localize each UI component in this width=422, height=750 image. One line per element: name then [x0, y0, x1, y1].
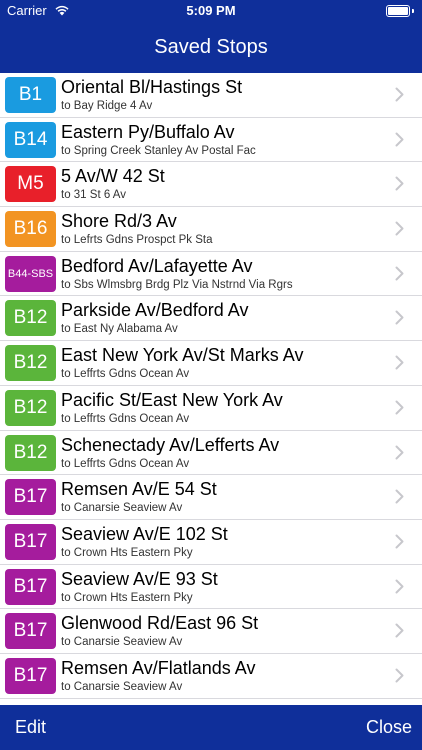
route-badge: B12	[5, 434, 56, 471]
chevron-right-icon	[395, 310, 404, 325]
chevron-right-icon	[395, 579, 404, 594]
route-badge: B17	[5, 613, 56, 650]
navigation-header: Carrier 5:09 PM Saved Stops	[0, 0, 422, 73]
chevron-right-icon	[395, 445, 404, 459]
stop-destination: to East Ny Alabama Av	[61, 323, 178, 336]
stop-row[interactable]: B12 Parkside Av/Bedford Av to East Ny Al…	[0, 296, 422, 342]
stop-destination: to Canarsie Seaview Av	[61, 502, 183, 515]
route-badge: B14	[5, 121, 56, 158]
route-badge: B16	[5, 211, 56, 248]
stop-name: Pacific St/East New York Av	[61, 389, 283, 410]
stop-row[interactable]: B12 Pacific St/East New York Av to Leffr…	[0, 386, 422, 431]
bottom-toolbar: Edit Close	[0, 705, 422, 750]
chevron-right-icon	[395, 668, 404, 683]
battery-icon	[386, 5, 414, 17]
route-badge: B17	[5, 657, 56, 694]
route-badge: B44-SBS	[5, 255, 56, 292]
stop-name: Eastern Py/Buffalo Av	[61, 121, 235, 142]
stop-destination: to Canarsie Seaview Av	[61, 636, 183, 649]
route-badge: B12	[5, 389, 56, 426]
stop-name: Schenectady Av/Lefferts Av	[61, 434, 280, 455]
stop-row[interactable]: B12 Schenectady Av/Lefferts Av to Leffrt…	[0, 431, 422, 476]
saved-stops-list[interactable]: B1 Oriental Bl/Hastings St to Bay Ridge …	[0, 73, 422, 705]
page-title: Saved Stops	[154, 36, 268, 58]
stop-name: Glenwood Rd/East 96 St	[61, 613, 259, 634]
chevron-right-icon	[395, 623, 404, 638]
stop-name: Seaview Av/E 102 St	[61, 523, 228, 544]
stop-destination: to Bay Ridge 4 Av	[61, 100, 153, 112]
stop-destination: to Canarsie Seaview Av	[61, 680, 183, 693]
route-badge: B12	[5, 300, 56, 337]
route-badge: B17	[5, 523, 56, 560]
stop-row[interactable]: B44-SBS Bedford Av/Lafayette Av to Sbs W…	[0, 252, 422, 297]
route-badge: B12	[5, 345, 56, 382]
stop-destination: to Leffrts Gdns Ocean Av	[61, 412, 190, 425]
stop-row[interactable]: B17 Remsen Av/Flatlands Av to Canarsie S…	[0, 654, 422, 699]
stop-name: Shore Rd/3 Av	[61, 211, 177, 232]
stop-row[interactable]: B16 Shore Rd/3 Av to Lefrts Gdns Prospct…	[0, 207, 422, 252]
stop-name: Oriental Bl/Hastings St	[61, 77, 243, 97]
stop-row[interactable]: B17 Seaview Av/E 93 St to Crown Hts East…	[0, 565, 422, 610]
chevron-right-icon	[395, 534, 404, 549]
stop-row[interactable]: M5 5 Av/W 42 St to 31 St 6 Av	[0, 162, 422, 208]
status-bar: Carrier 5:09 PM	[0, 0, 422, 22]
route-badge: B1	[5, 77, 56, 113]
route-badge: B17	[5, 568, 56, 605]
stop-destination: to Lefrts Gdns Prospct Pk Sta	[61, 234, 213, 247]
chevron-right-icon	[395, 266, 404, 281]
stop-destination: to Leffrts Gdns Ocean Av	[61, 368, 190, 381]
stop-name: Seaview Av/E 93 St	[61, 568, 218, 589]
clock: 5:09 PM	[186, 3, 236, 18]
close-button[interactable]: Close	[366, 717, 412, 738]
stop-row[interactable]: B17 Glenwood Rd/East 96 St to Canarsie S…	[0, 609, 422, 654]
stop-destination: to Sbs Wlmsbrg Brdg Plz Via Nstrnd Via R…	[61, 278, 293, 291]
stop-row[interactable]: B1 Oriental Bl/Hastings St to Bay Ridge …	[0, 73, 422, 118]
chevron-right-icon	[395, 221, 404, 236]
stop-row[interactable]: B17 Seaview Av/E 102 St to Crown Hts Eas…	[0, 520, 422, 565]
chevron-right-icon	[395, 489, 404, 504]
route-badge: M5	[5, 166, 56, 203]
route-badge: B17	[5, 479, 56, 516]
chevron-right-icon	[395, 355, 404, 370]
edit-button[interactable]: Edit	[15, 717, 46, 738]
stop-row[interactable]: B14 Eastern Py/Buffalo Av to Spring Cree…	[0, 118, 422, 163]
stop-destination: to Spring Creek Stanley Av Postal Fac	[61, 144, 256, 157]
stop-destination: to Crown Hts Eastern Pky	[61, 591, 193, 604]
chevron-right-icon	[395, 132, 404, 147]
stop-row[interactable]: B12 East New York Av/St Marks Av to Leff…	[0, 341, 422, 386]
stop-name: East New York Av/St Marks Av	[61, 345, 304, 366]
stop-destination: to Leffrts Gdns Ocean Av	[61, 457, 190, 470]
stop-name: Remsen Av/E 54 St	[61, 479, 217, 500]
chevron-right-icon	[395, 87, 404, 102]
stop-name: Bedford Av/Lafayette Av	[61, 255, 253, 276]
stop-name: Parkside Av/Bedford Av	[61, 300, 249, 321]
stop-name: 5 Av/W 42 St	[61, 166, 165, 187]
stop-destination: to 31 St 6 Av	[61, 189, 127, 202]
stop-destination: to Crown Hts Eastern Pky	[61, 546, 193, 559]
chevron-right-icon	[395, 400, 404, 415]
stop-row[interactable]: B17 Remsen Av/E 54 St to Canarsie Seavie…	[0, 475, 422, 520]
chevron-right-icon	[395, 176, 404, 191]
stop-name: Remsen Av/Flatlands Av	[61, 657, 256, 678]
